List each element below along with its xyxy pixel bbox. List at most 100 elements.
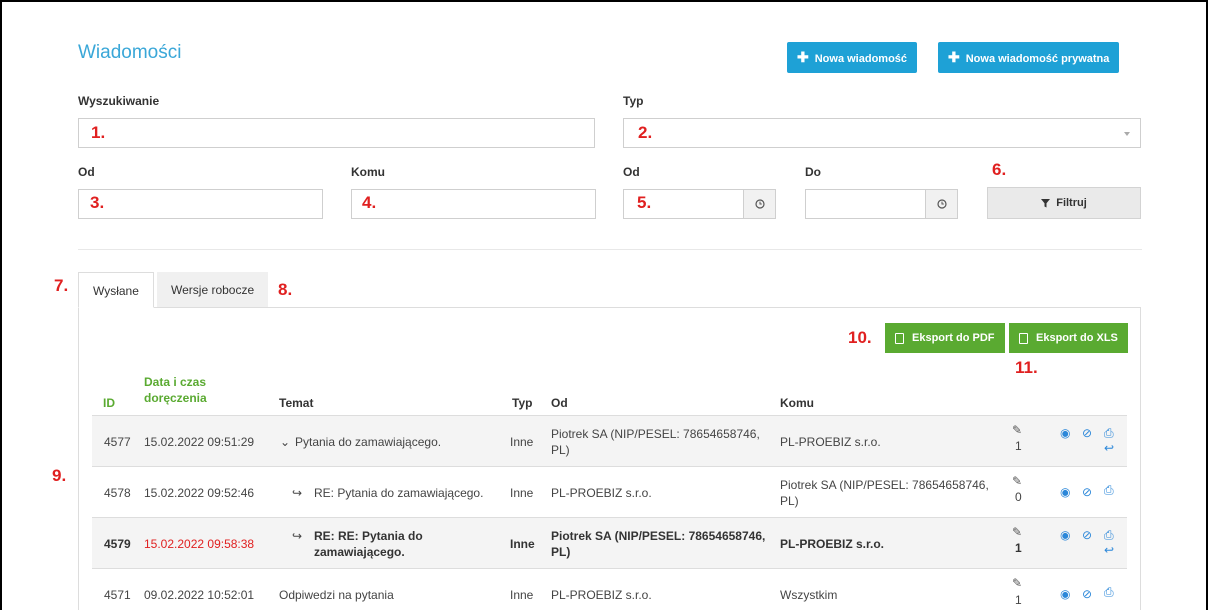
reply-icon[interactable]: ↩ bbox=[1104, 441, 1114, 455]
reply-arrow-icon: ↪ bbox=[292, 529, 303, 543]
new-private-message-button[interactable]: ✚ Nowa wiadomość prywatna bbox=[938, 42, 1120, 73]
row-to: Wszystkim bbox=[780, 588, 838, 602]
clock-icon[interactable] bbox=[925, 190, 957, 218]
tab-sent-label: Wysłane bbox=[93, 284, 139, 298]
marker-6: 6. bbox=[992, 160, 1007, 179]
expand-chevron-icon[interactable]: ⌄ bbox=[280, 434, 290, 450]
col-date-line2: doręczenia bbox=[144, 391, 207, 405]
type-select[interactable] bbox=[623, 118, 1141, 148]
eye-icon[interactable]: ◉ bbox=[1060, 587, 1070, 601]
row-date: 15.02.2022 09:51:29 bbox=[144, 435, 255, 449]
col-type[interactable]: Typ bbox=[512, 396, 532, 410]
row-from: PL-PROEBIZ s.r.o. bbox=[551, 486, 652, 500]
row-id: 4578 bbox=[104, 486, 131, 500]
eye-off-icon[interactable]: ⊘ bbox=[1082, 587, 1092, 601]
eye-icon[interactable]: ◉ bbox=[1060, 485, 1070, 499]
row-id: 4577 bbox=[104, 435, 131, 449]
marker-8: 8. bbox=[278, 280, 293, 299]
row-type: Inne bbox=[510, 588, 534, 602]
marker-10: 10. bbox=[848, 328, 872, 347]
row-from: PL-PROEBIZ s.r.o. bbox=[551, 588, 652, 602]
search-label: Wyszukiwanie bbox=[78, 94, 160, 108]
marker-9: 9. bbox=[52, 466, 67, 485]
plus-icon: ✚ bbox=[797, 49, 809, 65]
row-date: 15.02.2022 09:58:38 bbox=[144, 537, 255, 551]
row-from: Piotrek SA (NIP/PESEL: 78654658746, PL) bbox=[551, 529, 766, 559]
row-id: 4571 bbox=[104, 588, 131, 602]
row-type: Inne bbox=[510, 537, 535, 551]
funnel-icon bbox=[1041, 198, 1051, 207]
export-xls-button[interactable]: Eksport do XLS bbox=[1009, 323, 1128, 353]
row-subject: RE: Pytania do zamawiającego. bbox=[314, 486, 484, 500]
row-attachments: 1 bbox=[1015, 593, 1022, 607]
marker-3: 3. bbox=[90, 193, 105, 212]
row-type: Inne bbox=[510, 435, 534, 449]
row-to: PL-PROEBIZ s.r.o. bbox=[780, 435, 881, 449]
tab-drafts-label: Wersje robocze bbox=[171, 283, 255, 297]
new-message-button[interactable]: ✚ Nowa wiadomość bbox=[787, 42, 918, 73]
marker-7: 7. bbox=[54, 276, 69, 295]
export-pdf-button[interactable]: Eksport do PDF bbox=[885, 323, 1005, 353]
eye-off-icon[interactable]: ⊘ bbox=[1082, 528, 1092, 542]
col-subject[interactable]: Temat bbox=[279, 396, 313, 410]
table-row[interactable]: 4571 09.02.2022 10:52:01 Odpiwedzi na py… bbox=[92, 568, 1127, 610]
table-row[interactable]: 4579 15.02.2022 09:58:38 ↪ RE: RE: Pytan… bbox=[92, 517, 1127, 568]
search-input[interactable] bbox=[78, 118, 595, 148]
eye-icon[interactable]: ◉ bbox=[1060, 528, 1070, 542]
col-date-line1: Data i czas bbox=[144, 375, 207, 389]
print-icon[interactable]: ⎙ bbox=[1104, 528, 1114, 543]
export-xls-label: Eksport do XLS bbox=[1036, 332, 1118, 344]
from-input[interactable] bbox=[78, 189, 323, 219]
marker-4: 4. bbox=[362, 193, 377, 212]
col-date[interactable]: Data i czas doręczenia bbox=[144, 374, 207, 406]
new-private-message-label: Nowa wiadomość prywatna bbox=[965, 53, 1110, 65]
print-icon[interactable]: ⎙ bbox=[1104, 585, 1114, 600]
col-from[interactable]: Od bbox=[551, 396, 568, 410]
tab-drafts[interactable]: Wersje robocze bbox=[157, 272, 269, 308]
filter-button[interactable]: Filtruj bbox=[987, 187, 1141, 219]
eye-off-icon[interactable]: ⊘ bbox=[1082, 485, 1092, 499]
date-from-label: Od bbox=[623, 165, 640, 179]
print-icon[interactable]: ⎙ bbox=[1104, 426, 1114, 441]
tab-sent-overlay[interactable]: Wysłane bbox=[78, 272, 154, 308]
from-label: Od bbox=[78, 165, 95, 179]
row-subject: Odpiwedzi na pytania bbox=[279, 588, 394, 602]
row-attachments: 0 bbox=[1015, 490, 1022, 504]
row-date: 15.02.2022 09:52:46 bbox=[144, 486, 255, 500]
table-row[interactable]: 4577 15.02.2022 09:51:29 ⌄ Pytania do za… bbox=[92, 415, 1127, 466]
print-icon[interactable]: ⎙ bbox=[1104, 483, 1114, 498]
row-attachments: 1 bbox=[1015, 541, 1022, 555]
page-title: Wiadomości bbox=[78, 42, 182, 63]
to-label: Komu bbox=[351, 165, 385, 179]
marker-1: 1. bbox=[91, 123, 106, 142]
to-input[interactable] bbox=[351, 189, 596, 219]
table-row[interactable]: 4578 15.02.2022 09:52:46 ↪ RE: Pytania d… bbox=[92, 466, 1127, 517]
row-date: 09.02.2022 10:52:01 bbox=[144, 588, 255, 602]
row-from: Piotrek SA (NIP/PESEL: 78654658746, PL) bbox=[551, 427, 760, 457]
export-pdf-label: Eksport do PDF bbox=[912, 332, 995, 344]
eye-off-icon[interactable]: ⊘ bbox=[1082, 426, 1092, 440]
plus-icon: ✚ bbox=[948, 49, 960, 65]
reply-icon[interactable]: ↩ bbox=[1104, 543, 1114, 557]
date-to-label: Do bbox=[805, 165, 821, 179]
eye-icon[interactable]: ◉ bbox=[1060, 426, 1070, 440]
xls-file-icon bbox=[1019, 332, 1028, 344]
paperclip-icon: ✎ bbox=[1012, 576, 1023, 590]
type-label: Typ bbox=[623, 94, 644, 108]
clock-icon[interactable] bbox=[743, 190, 775, 218]
marker-2: 2. bbox=[638, 123, 653, 142]
chevron-down-icon bbox=[1124, 132, 1130, 136]
divider bbox=[78, 249, 1142, 250]
filter-button-label: Filtruj bbox=[1056, 197, 1087, 209]
new-message-label: Nowa wiadomość bbox=[814, 53, 908, 65]
col-id[interactable]: ID bbox=[103, 396, 115, 410]
row-id: 4579 bbox=[104, 537, 131, 551]
pdf-file-icon bbox=[895, 332, 904, 344]
row-to: Piotrek SA (NIP/PESEL: 78654658746, PL) bbox=[780, 478, 989, 508]
row-type: Inne bbox=[510, 486, 534, 500]
col-to[interactable]: Komu bbox=[780, 396, 814, 410]
paperclip-icon: ✎ bbox=[1012, 423, 1023, 437]
row-attachments: 1 bbox=[1015, 439, 1022, 453]
row-subject: RE: RE: Pytania do zamawiającego. bbox=[314, 529, 423, 559]
date-to-input[interactable] bbox=[805, 189, 958, 219]
